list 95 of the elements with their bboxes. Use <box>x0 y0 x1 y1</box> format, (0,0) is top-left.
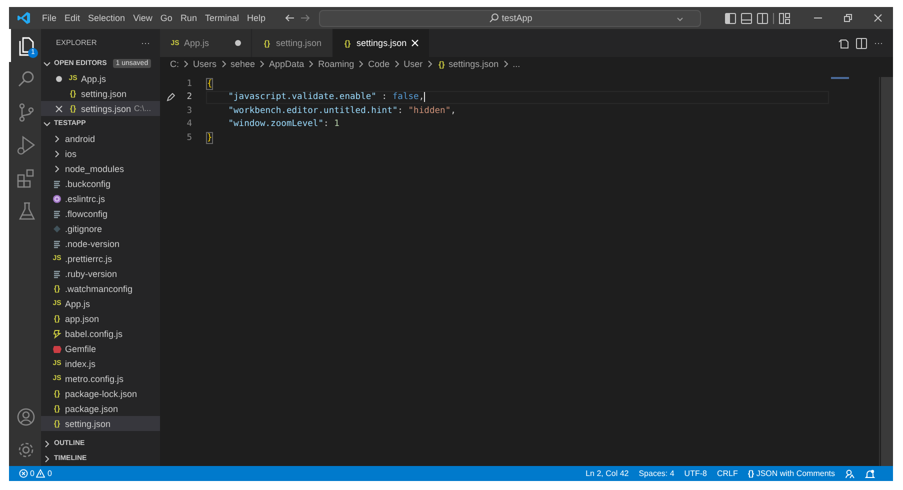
breadcrumb-item[interactable]: AppData <box>269 59 304 69</box>
file-tree-item[interactable]: .node-version <box>41 236 160 251</box>
breadcrumb-item[interactable]: Code <box>368 59 390 69</box>
json-file-icon: {} <box>52 419 62 428</box>
json-file-icon: {} <box>262 38 272 48</box>
menu-item[interactable]: View <box>130 11 156 25</box>
json-file-icon: {} <box>436 60 447 68</box>
diamond-icon <box>52 224 62 234</box>
menu-item[interactable]: Go <box>157 11 176 25</box>
menu-item[interactable]: Edit <box>62 11 84 25</box>
chevron-right-icon <box>181 59 191 69</box>
feedback-icon[interactable] <box>845 468 855 478</box>
open-editor-item[interactable]: {} settings.json C:\... <box>41 101 160 116</box>
editor-tab[interactable]: {} settings.json <box>332 29 430 57</box>
chevron-down-icon <box>676 14 684 22</box>
code-line: } <box>206 132 214 144</box>
app-logo-icon[interactable] <box>17 11 31 25</box>
lines-icon <box>52 268 62 278</box>
line-number: 4 <box>186 119 192 130</box>
status-item[interactable]: Ln 2, Col 42 <box>586 469 629 478</box>
text-cursor <box>424 92 426 102</box>
json-file-icon: {} <box>52 389 62 398</box>
line-number: 3 <box>186 106 192 116</box>
breadcrumb-item[interactable]: sehee <box>230 59 256 69</box>
file-tree-item[interactable]: Gemfile <box>41 341 160 356</box>
file-tree-item[interactable]: .flowconfig <box>41 206 160 221</box>
bell-icon[interactable] <box>865 468 875 478</box>
json-file-icon: {} <box>52 314 62 323</box>
lines-icon <box>52 208 62 218</box>
file-tree-item[interactable]: .eslintrc.js <box>41 191 160 206</box>
problems-indicator[interactable]: 0 0 <box>19 469 52 478</box>
file-tree-item[interactable]: .gitignore <box>41 221 160 236</box>
search-icon <box>488 13 499 23</box>
warning-icon <box>36 469 46 478</box>
more-actions-button[interactable]: ··· <box>141 38 150 48</box>
babel-icon <box>52 328 62 338</box>
line-number: 5 <box>186 132 192 143</box>
status-item[interactable]: Spaces: 4 <box>638 469 674 478</box>
file-tree-item[interactable]: .ruby-version <box>41 266 160 281</box>
file-tree-item[interactable]: {} package-lock.json <box>41 386 160 401</box>
json-file-icon: {} <box>52 284 62 293</box>
file-tree-item[interactable]: babel.config.js <box>41 326 160 341</box>
json-file-icon: {} <box>68 89 78 98</box>
gem-icon <box>52 344 62 354</box>
menu-item[interactable]: Terminal <box>202 11 242 25</box>
menu-item[interactable]: Run <box>177 11 200 25</box>
breadcrumb-item[interactable]: Roaming <box>318 59 354 69</box>
close-icon[interactable] <box>55 104 63 112</box>
breadcrumb-item[interactable]: ... <box>512 59 520 69</box>
forward-arrow-icon[interactable] <box>300 13 312 23</box>
more-actions-button[interactable]: ··· <box>874 38 883 48</box>
account-icon[interactable] <box>15 406 37 428</box>
breadcrumb-item[interactable]: C: <box>170 59 179 69</box>
folder-tree-item[interactable]: node_modules <box>41 161 160 176</box>
breadcrumb-item[interactable]: Users <box>193 59 217 69</box>
status-item[interactable]: UTF-8 <box>684 469 707 478</box>
menu-item[interactable]: Selection <box>85 11 128 25</box>
file-tree-item[interactable]: {} package.json <box>41 401 160 416</box>
lines-icon <box>52 238 62 248</box>
file-tree-item[interactable]: {} setting.json <box>41 416 160 431</box>
restore-icon[interactable] <box>843 13 853 23</box>
customize-layout-icon[interactable] <box>779 12 790 24</box>
editor-tab[interactable]: {} setting.json <box>252 29 333 57</box>
menu-item[interactable]: File <box>39 11 60 25</box>
breadcrumb-item[interactable]: User <box>404 59 423 69</box>
folder-tree-item[interactable]: ios <box>41 146 160 161</box>
file-tree-item[interactable]: {} .watchmanconfig <box>41 281 160 296</box>
open-editor-item[interactable]: {} setting.json <box>41 86 160 101</box>
code-line: { <box>206 78 214 90</box>
back-arrow-icon[interactable] <box>284 13 296 23</box>
line-number: 2 <box>186 92 192 102</box>
command-center[interactable]: testApp <box>319 10 702 26</box>
circle-icon <box>52 194 62 204</box>
sidebar-toggle-icon[interactable] <box>725 12 736 24</box>
error-icon <box>19 469 28 478</box>
status-item[interactable]: CRLF <box>716 469 738 478</box>
run-debug-icon[interactable] <box>15 134 37 156</box>
menu-item[interactable]: Help <box>244 11 268 25</box>
file-tree-item[interactable]: {} app.json <box>41 311 160 326</box>
code-line: "workbench.editor.untitled.hint": "hidden", <box>227 104 457 118</box>
language-mode[interactable]: {} JSON with Comments <box>748 469 835 478</box>
breadcrumb-item[interactable]: settings.json <box>448 59 499 69</box>
lines-icon <box>52 178 62 188</box>
close-icon[interactable] <box>873 13 883 23</box>
file-tree-item[interactable]: .buckconfig <box>41 176 160 191</box>
json-file-icon: {} <box>342 38 353 48</box>
json-file-icon: {} <box>68 104 78 113</box>
folder-tree-item[interactable]: android <box>41 131 160 146</box>
code-line: "window.zoomLevel": 1 <box>227 118 340 131</box>
open-changes-icon[interactable] <box>838 38 849 48</box>
json-file-icon: {} <box>52 404 62 413</box>
split-layout-icon[interactable] <box>757 12 768 24</box>
line-number: 1 <box>186 78 192 89</box>
panel-toggle-icon[interactable] <box>741 12 752 24</box>
split-editor-icon[interactable] <box>856 38 867 48</box>
